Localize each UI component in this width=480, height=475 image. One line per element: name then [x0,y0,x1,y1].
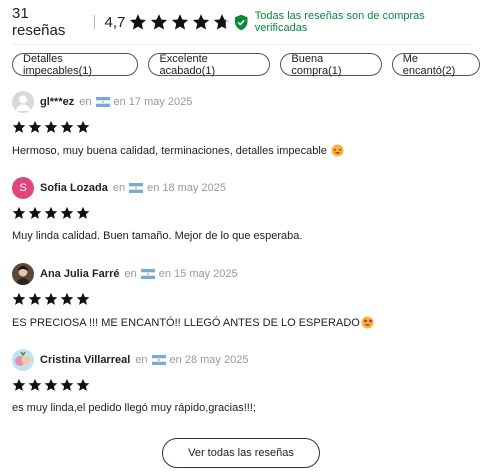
partial-star-icon [214,14,231,30]
review-item: gl***ez en en 17 may 2025 Hermoso, muy b… [12,91,472,157]
review-stars [12,378,472,392]
review-text: Hermoso, muy buena calidad, terminacione… [12,144,327,157]
tag-chip[interactable]: Me encantó(2) [391,53,480,77]
avatar [12,263,34,285]
review-stars [12,292,472,306]
argentina-flag-icon [141,269,155,279]
summary-divider-line [12,44,472,45]
see-all-reviews-button[interactable]: Ver todas las reseñas [162,438,320,468]
review-tag-filters: Detalles impecables(1) Excelente acabado… [12,53,480,77]
review-en-label: en [79,96,92,108]
star-icon [44,292,58,306]
review-date: en 28 may 2025 [169,354,249,366]
star-icon [12,378,26,392]
star-icon [28,292,42,306]
tag-chip[interactable]: Buena compra(1) [280,53,382,77]
review-meta: en en 28 may 2025 [135,354,248,366]
star-icon [60,120,74,134]
argentina-flag-icon [129,183,143,193]
star-icon [12,292,26,306]
review-text-row: Muy linda calidad. Buen tamaño. Mejor de… [12,230,472,242]
star-icon [44,120,58,134]
star-icon [150,13,168,31]
star-icon [60,378,74,392]
star-icon [60,206,74,220]
review-item: Ana Julia Farré en en 15 may 2025 ES PRE… [12,263,472,329]
review-text-row: es muy linda,el pedido llegó muy rápido,… [12,402,472,414]
shield-check-icon [235,14,248,30]
review-author: gl***ez [40,96,75,108]
review-author: Sofia Lozada [40,182,108,194]
default-user-icon [12,91,34,113]
star-icon [171,13,189,31]
review-text-row: Hermoso, muy buena calidad, terminacione… [12,144,472,157]
review-count: 31 reseñas [12,5,66,39]
review-item: S Sofia Lozada en en 18 may 2025 Muy lin… [12,177,472,242]
star-icon [76,120,90,134]
star-icon [60,292,74,306]
star-icon [76,206,90,220]
avatar: S [12,177,34,199]
review-item: Cristina Villarreal en en 28 may 2025 es… [12,349,472,414]
review-meta: en en 15 may 2025 [124,268,237,280]
review-author: Ana Julia Farré [40,268,120,280]
reviews-summary: 31 reseñas 4,7 Todas las reseñas son de … [12,5,472,39]
review-en-label: en [135,354,148,366]
tag-chip[interactable]: Excelente acabado(1) [148,53,271,77]
review-text: es muy linda,el pedido llegó muy rápido,… [12,402,256,414]
tag-chip[interactable]: Detalles impecables(1) [12,53,139,77]
star-struck-emoji [331,144,344,157]
star-icon [76,292,90,306]
review-stars [12,120,472,134]
star-icon [192,13,210,31]
star-icon [129,13,147,31]
heart-eyes-emoji [361,316,374,329]
review-text: ES PRECIOSA !!! ME ENCANTÓ!! LLEGÓ ANTES… [12,316,360,329]
star-icon [28,378,42,392]
verified-purchases-notice: Todas las reseñas son de compras verific… [234,10,472,34]
star-icon [12,120,26,134]
star-icon [76,378,90,392]
review-text-row: ES PRECIOSA !!! ME ENCANTÓ!! LLEGÓ ANTES… [12,316,472,329]
verified-text: Todas las reseñas son de compras verific… [254,10,425,34]
star-icon [44,378,58,392]
avatar [12,349,34,371]
argentina-flag-icon [96,97,110,107]
review-date: en 15 may 2025 [158,268,238,280]
review-en-label: en [124,268,137,280]
star-icon [28,206,42,220]
review-text: Muy linda calidad. Buen tamaño. Mejor de… [12,230,303,242]
rating-stars [129,13,234,31]
review-en-label: en [112,182,126,194]
review-date: en 17 may 2025 [113,96,193,108]
star-icon [12,206,26,220]
review-date: en 18 may 2025 [147,182,226,194]
rating-value: 4,7 [104,13,126,31]
review-meta: en en 17 may 2025 [79,96,192,108]
review-meta: en en 18 may 2025 [113,182,226,194]
review-author: Cristina Villarreal [40,354,131,366]
star-icon [44,206,58,220]
summary-divider [93,15,95,29]
argentina-flag-icon [152,355,166,365]
star-icon [28,120,42,134]
review-stars [12,206,472,220]
